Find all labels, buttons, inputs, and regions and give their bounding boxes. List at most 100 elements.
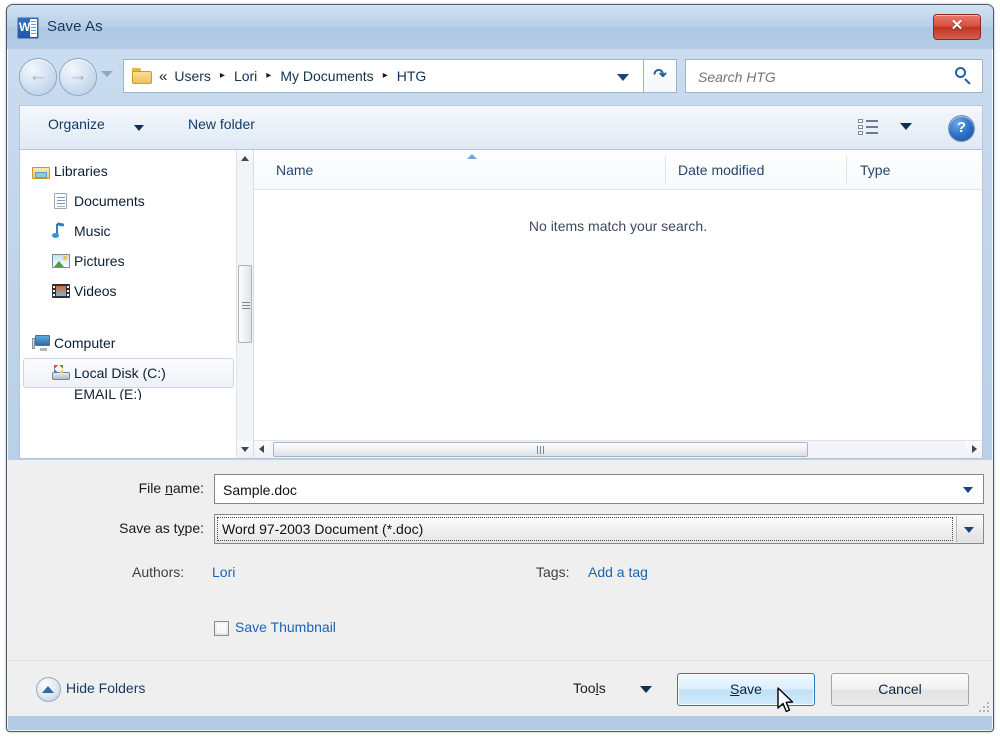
sort-ascending-icon — [467, 154, 477, 159]
breadcrumb-item-lori[interactable]: Lori — [234, 68, 257, 84]
sidebar-item-label: Music — [74, 223, 111, 239]
sidebar-item-music[interactable]: Music — [20, 216, 238, 246]
recent-locations-chevron-down-icon[interactable] — [101, 71, 113, 77]
column-divider[interactable] — [665, 156, 666, 184]
sidebar-group-spacer — [20, 306, 238, 328]
title-bar: W Save As ✕ — [7, 5, 993, 49]
breadcrumb-separator-icon: ▸ — [382, 70, 388, 81]
file-name-chevron-down-icon[interactable] — [963, 487, 973, 493]
file-list-pane[interactable]: Name Date modified Type No items match y… — [253, 150, 982, 458]
arrow-right-icon: → — [68, 65, 88, 86]
sidebar-item-email-e[interactable]: EMAIL (E:) — [20, 388, 238, 400]
grip-icon — [242, 302, 250, 303]
word-icon-letter: W — [19, 20, 31, 34]
sidebar-scrollbar[interactable] — [236, 150, 253, 458]
help-question-mark: ? — [956, 119, 967, 136]
file-name-combo[interactable] — [214, 474, 984, 505]
cancel-button[interactable]: Cancel — [831, 673, 969, 706]
file-list-horizontal-scrollbar[interactable] — [254, 440, 982, 458]
back-button[interactable]: ← — [19, 58, 57, 96]
triangle-up-icon — [241, 156, 249, 161]
list-view-icon[interactable] — [858, 119, 878, 136]
file-name-input[interactable] — [221, 475, 945, 505]
save-as-type-label: Save as type: — [119, 520, 204, 536]
disk-icon — [52, 365, 70, 381]
column-header-type[interactable]: Type — [860, 162, 890, 178]
breadcrumb-item-htg[interactable]: HTG — [397, 68, 427, 84]
search-box[interactable] — [685, 59, 983, 94]
videos-icon — [52, 283, 70, 299]
scroll-right-button[interactable] — [965, 441, 982, 458]
save-thumbnail-checkbox[interactable] — [214, 621, 229, 636]
triangle-right-icon — [972, 445, 977, 453]
form-panel: File name: Save as type: Word 97-2003 Do… — [8, 460, 993, 660]
breadcrumb-item-my-documents[interactable]: My Documents — [280, 68, 373, 84]
close-icon: ✕ — [950, 17, 964, 34]
scroll-up-button[interactable] — [237, 150, 253, 167]
close-button[interactable]: ✕ — [933, 14, 981, 40]
column-divider[interactable] — [846, 156, 847, 184]
breadcrumb-overflow-icon[interactable]: « — [159, 68, 167, 85]
documents-icon — [52, 193, 70, 209]
music-icon — [52, 223, 70, 239]
sidebar-item-label: Libraries — [54, 163, 108, 179]
scroll-left-button[interactable] — [254, 441, 271, 458]
horizontal-scrollbar-thumb[interactable] — [273, 442, 808, 457]
save-thumbnail-label[interactable]: Save Thumbnail — [235, 619, 336, 635]
tools-chevron-down-icon[interactable] — [640, 686, 652, 693]
word-app-icon: W — [17, 17, 39, 39]
scroll-down-button[interactable] — [237, 441, 253, 458]
add-a-tag-link[interactable]: Add a tag — [588, 564, 648, 580]
breadcrumb[interactable]: « Users ▸ Lori ▸ My Documents ▸ HTG — [123, 59, 643, 93]
hide-folders-button[interactable]: Hide Folders — [66, 680, 145, 696]
grip-icon — [536, 446, 538, 454]
sidebar-item-videos[interactable]: Videos — [20, 276, 238, 306]
organize-button[interactable]: Organize — [48, 116, 105, 132]
computer-icon — [32, 335, 50, 351]
sidebar-item-local-disk-c[interactable]: Local Disk (C:) — [23, 358, 234, 388]
tags-label: Tags: — [536, 564, 570, 580]
sidebar-item-pictures[interactable]: Pictures — [20, 246, 238, 276]
new-folder-button[interactable]: New folder — [188, 116, 255, 132]
action-bar: Hide Folders Tools Save Cancel — [8, 660, 993, 716]
window-title: Save As — [47, 18, 103, 35]
sidebar-item-label: Videos — [74, 283, 117, 299]
breadcrumb-item-users[interactable]: Users — [174, 68, 211, 84]
save-as-type-value: Word 97-2003 Document (*.doc) — [222, 521, 424, 537]
breadcrumb-separator-icon: ▸ — [219, 70, 225, 81]
arrow-left-icon: ← — [28, 65, 48, 86]
resize-grip[interactable] — [977, 700, 989, 712]
tools-button[interactable]: Tools — [573, 680, 606, 696]
folder-icon — [132, 68, 152, 84]
triangle-down-icon — [241, 447, 249, 452]
chevron-up-circle-icon[interactable] — [36, 677, 61, 702]
triangle-up-icon — [42, 686, 54, 693]
breadcrumb-separator-icon: ▸ — [266, 70, 272, 81]
refresh-button[interactable]: ↷ — [643, 59, 677, 93]
file-name-label: File name: — [138, 480, 204, 496]
sidebar-item-computer[interactable]: Computer — [20, 328, 238, 358]
save-as-type-focus-ring: Word 97-2003 Document (*.doc) — [217, 517, 953, 541]
sidebar-item-label: Computer — [54, 335, 116, 351]
forward-button[interactable]: → — [59, 58, 97, 96]
save-button[interactable]: Save — [677, 673, 815, 706]
sidebar-item-label: EMAIL (E:) — [74, 388, 142, 400]
authors-value-link[interactable]: Lori — [212, 564, 235, 580]
column-header-row: Name Date modified Type — [254, 150, 982, 190]
content-area: Libraries Documents Music Pictures Video… — [19, 149, 983, 459]
refresh-icon: ↷ — [653, 67, 667, 84]
breadcrumb-chevron-down-icon[interactable] — [617, 74, 629, 81]
sidebar-scrollbar-thumb[interactable] — [238, 265, 252, 343]
triangle-left-icon — [259, 445, 264, 453]
sidebar-item-libraries[interactable]: Libraries — [20, 156, 238, 186]
column-header-name[interactable]: Name — [276, 162, 313, 178]
save-as-type-combo[interactable]: Word 97-2003 Document (*.doc) — [214, 514, 984, 544]
empty-list-message: No items match your search. — [528, 218, 708, 234]
search-input[interactable] — [696, 60, 950, 94]
help-icon[interactable]: ? — [948, 115, 975, 142]
save-as-type-dropdown-button[interactable] — [956, 516, 982, 542]
sidebar-item-documents[interactable]: Documents — [20, 186, 238, 216]
column-header-date-modified[interactable]: Date modified — [678, 162, 764, 178]
view-options-chevron-down-icon[interactable] — [900, 123, 912, 130]
organize-chevron-down-icon[interactable] — [134, 125, 144, 131]
